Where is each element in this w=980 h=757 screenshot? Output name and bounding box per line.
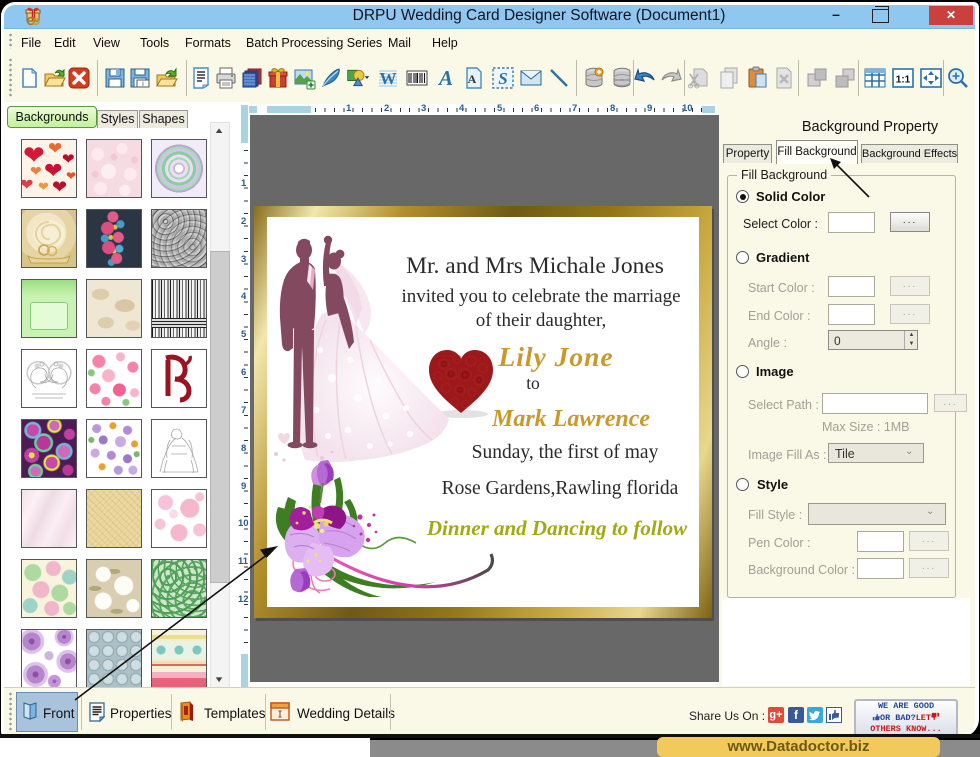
- svg-text:A: A: [468, 72, 477, 86]
- svg-text:W: W: [380, 69, 397, 88]
- svg-text:1:1: 1:1: [896, 75, 911, 86]
- svg-text:S: S: [498, 69, 507, 88]
- svg-text:A: A: [437, 66, 453, 90]
